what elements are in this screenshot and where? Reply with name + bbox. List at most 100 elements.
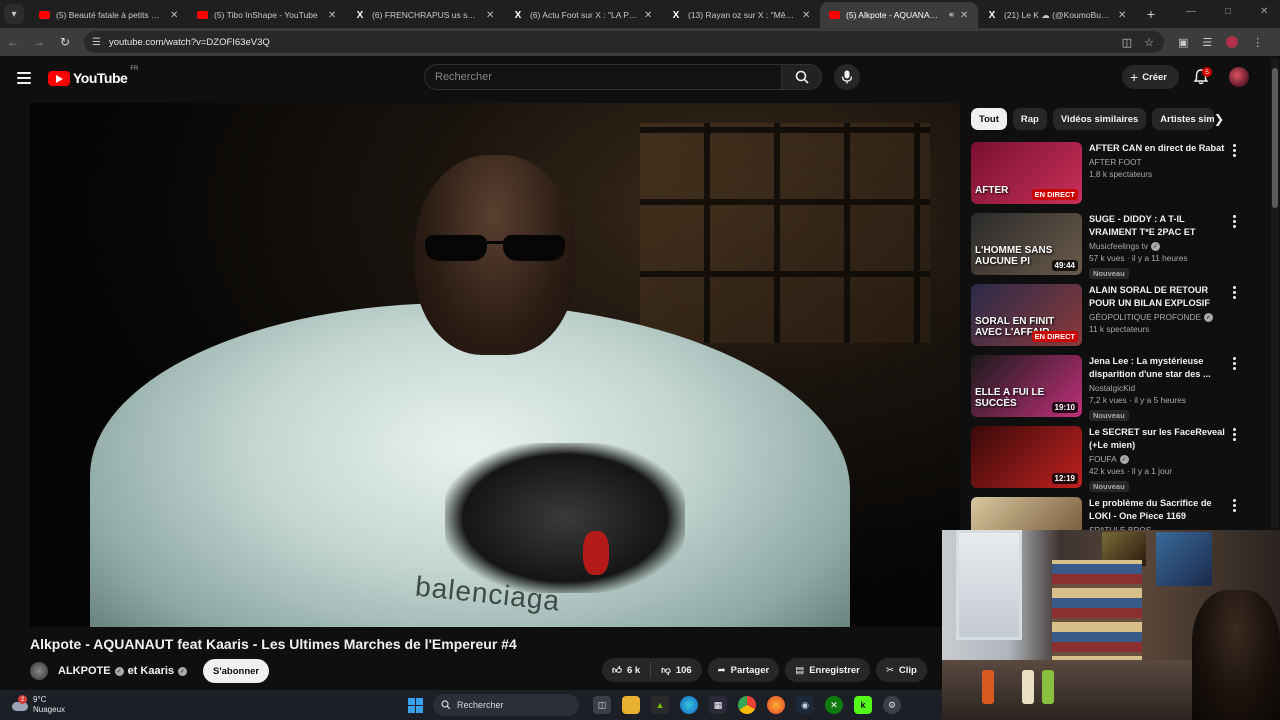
close-window-icon[interactable]: ✕ [1260, 6, 1268, 17]
browser-tab[interactable]: (5) Tibo InShape - YouTube ✕ [188, 2, 346, 28]
back-button[interactable]: ← [0, 29, 26, 55]
recommendation-item[interactable]: ELLE A FUI LE SUCCÈS 19:10 Jena Lee : La m… [971, 355, 1243, 426]
search-button[interactable] [782, 64, 822, 90]
youtube-logo[interactable]: YouTube FR [48, 66, 138, 86]
browser-menu-icon[interactable]: ⋮ [1252, 36, 1263, 49]
video-thumbnail[interactable] [971, 497, 1082, 530]
close-tab-icon[interactable]: ✕ [802, 10, 812, 21]
recommendation-channel[interactable]: GÉOPOLITIQUE PROFONDE ✓ [1089, 312, 1225, 322]
store-icon[interactable]: ▦ [709, 696, 727, 714]
browser-tab[interactable]: X (6) FRENCHRAPUS us sur X : "… ✕ [346, 2, 504, 28]
save-button[interactable]: ▤ Enregistrer [785, 658, 870, 682]
dislike-button[interactable]: 👎︎ 106 [651, 658, 702, 682]
recommendation-item[interactable]: Le problème du Sacrifice de LOKI - One P… [971, 497, 1243, 530]
recommendation-title[interactable]: Le SECRET sur les FaceReveal (+Le mien) [1089, 426, 1225, 452]
video-thumbnail[interactable]: ELLE A FUI LE SUCCÈS 19:10 [971, 355, 1082, 417]
recommendation-title[interactable]: Le problème du Sacrifice de LOKI - One P… [1089, 497, 1225, 523]
recommendation-item[interactable]: L'HOMME SANS AUCUNE PI 49:44 SUGE - DIDDY … [971, 213, 1243, 284]
recommendation-title[interactable]: AFTER CAN en direct de Rabat [1089, 142, 1225, 155]
recommendation-channel[interactable]: NostalgicKid [1089, 383, 1225, 393]
recommendation-title[interactable]: ALAIN SORAL DE RETOUR POUR UN BILAN EXPL… [1089, 284, 1225, 310]
install-app-icon[interactable]: ◫ [1122, 36, 1132, 49]
voice-search-button[interactable] [834, 64, 860, 90]
video-thumbnail[interactable]: SORAL EN FINIT AVEC L'AFFAIR EN DIRECT [971, 284, 1082, 346]
recommendation-item[interactable]: SORAL EN FINIT AVEC L'AFFAIR EN DIRECT ALA… [971, 284, 1243, 355]
close-tab-icon[interactable]: ✕ [644, 10, 654, 21]
verified-icon: ✓ [178, 666, 188, 676]
chevron-right-icon[interactable]: ❯ [1214, 112, 1224, 126]
recommendation-channel[interactable]: Musicfeelings tv ✓ [1089, 241, 1225, 251]
new-tab-button[interactable]: + [1140, 3, 1162, 25]
tab-search-button[interactable]: ▾ [4, 4, 24, 24]
edge-icon[interactable] [680, 696, 698, 714]
recommendation-item[interactable]: 12:19 Le SECRET sur les FaceReveal (+Le m… [971, 426, 1243, 497]
page-scrollbar[interactable] [1271, 58, 1279, 528]
recommendation-title[interactable]: Jena Lee : La mystérieuse disparition d'… [1089, 355, 1225, 381]
settings-gear-icon[interactable]: ⚙ [883, 696, 901, 714]
filter-chip[interactable]: Artistes simi [1152, 108, 1215, 130]
forward-button[interactable]: → [26, 29, 52, 55]
video-thumbnail[interactable]: AFTER EN DIRECT [971, 142, 1082, 204]
search-input[interactable]: Rechercher [424, 64, 782, 90]
task-view-icon[interactable]: ◫ [593, 696, 611, 714]
weather-widget[interactable]: 2 9°C Nuageux [12, 695, 392, 715]
filter-chip[interactable]: Tout [971, 108, 1007, 130]
subscribe-button[interactable]: S'abonner [203, 659, 270, 683]
recommendation-channel[interactable]: FOUFA ✓ [1089, 454, 1225, 464]
close-tab-icon[interactable]: ✕ [328, 10, 338, 21]
windows-start-icon[interactable] [408, 697, 423, 713]
browser-tab[interactable]: X (13) Rayan oz sur X : "Même à… ✕ [662, 2, 820, 28]
profile-icon[interactable] [1226, 36, 1239, 48]
close-tab-icon[interactable]: ✕ [486, 10, 496, 21]
steam-icon[interactable]: ◉ [796, 696, 814, 714]
create-button[interactable]: + Créer [1122, 65, 1180, 89]
more-options-icon[interactable] [1233, 215, 1237, 228]
clip-button[interactable]: ✂ Clip [875, 658, 927, 682]
more-options-icon[interactable] [1233, 286, 1237, 299]
recommendation-item[interactable]: AFTER EN DIRECT AFTER CAN en direct de Rab… [971, 142, 1243, 213]
channel-avatar[interactable] [30, 662, 48, 680]
channel-name[interactable]: ALKPOTE ✓ et Kaaris ✓ [58, 665, 188, 677]
browser-tab[interactable]: X (6) Actu Foot sur X : "LA PL… ✕ [504, 2, 662, 28]
firefox-icon[interactable] [767, 696, 785, 714]
maximize-icon[interactable]: □ [1225, 6, 1231, 17]
verified-icon: ✓ [1204, 312, 1214, 322]
close-tab-icon[interactable]: ✕ [170, 10, 180, 21]
chrome-icon[interactable] [738, 696, 756, 714]
video-thumbnail[interactable]: 12:19 [971, 426, 1082, 488]
reload-button[interactable]: ↻ [52, 29, 78, 55]
site-info-icon[interactable]: ☰ [92, 37, 101, 48]
minimize-icon[interactable]: — [1186, 6, 1196, 17]
guide-menu-icon[interactable] [17, 72, 31, 84]
video-thumbnail[interactable]: L'HOMME SANS AUCUNE PI 49:44 [971, 213, 1082, 275]
more-options-icon[interactable] [1233, 357, 1237, 370]
browser-tab[interactable]: (5) Alkpote - AQUANAUT fe… 🔊︎ ✕ [820, 2, 978, 28]
browser-tab[interactable]: X (21) Le K ☁ (@KoumoBur) / X ✕ [978, 2, 1136, 28]
filter-chip[interactable]: Rap [1012, 108, 1047, 130]
audio-playing-icon[interactable]: 🔊︎ [949, 10, 954, 20]
nvidia-icon[interactable]: ▲ [651, 696, 669, 714]
extensions-icon[interactable]: ▣ [1178, 36, 1188, 49]
recommendation-title[interactable]: SUGE - DIDDY : A T-IL VRAIMENT T*E 2PAC … [1089, 213, 1225, 239]
file-explorer-icon[interactable] [622, 696, 640, 714]
close-tab-icon[interactable]: ✕ [1118, 10, 1128, 21]
filter-chip[interactable]: Vidéos similaires [1052, 108, 1147, 130]
like-button[interactable]: 👍︎ 6 k [602, 658, 650, 682]
recommendation-channel[interactable]: AFTER FOOT [1089, 157, 1225, 167]
media-control-icon[interactable]: ☰ [1202, 36, 1212, 49]
scrollbar-thumb[interactable] [1272, 68, 1278, 208]
share-button[interactable]: ➦ Partager [707, 658, 780, 682]
bookmark-star-icon[interactable]: ☆ [1144, 36, 1154, 49]
url-field[interactable]: ☰ youtube.com/watch?v=DZOFI63eV3Q ◫ ☆ [84, 31, 1164, 53]
xbox-icon[interactable]: ✕ [825, 696, 843, 714]
more-options-icon[interactable] [1233, 499, 1237, 512]
more-options-icon[interactable] [1233, 428, 1237, 441]
browser-tab[interactable]: (5) Beauté fatale à petits prix | ... ✕ [30, 2, 188, 28]
account-avatar[interactable] [1229, 67, 1249, 87]
video-frame-red-accent [583, 531, 609, 575]
more-options-icon[interactable] [1233, 144, 1237, 157]
kick-icon[interactable]: k [854, 696, 872, 714]
taskbar-search[interactable]: Rechercher [433, 694, 579, 716]
video-player[interactable]: balenciaga [30, 103, 960, 627]
close-tab-icon[interactable]: ✕ [960, 10, 970, 21]
